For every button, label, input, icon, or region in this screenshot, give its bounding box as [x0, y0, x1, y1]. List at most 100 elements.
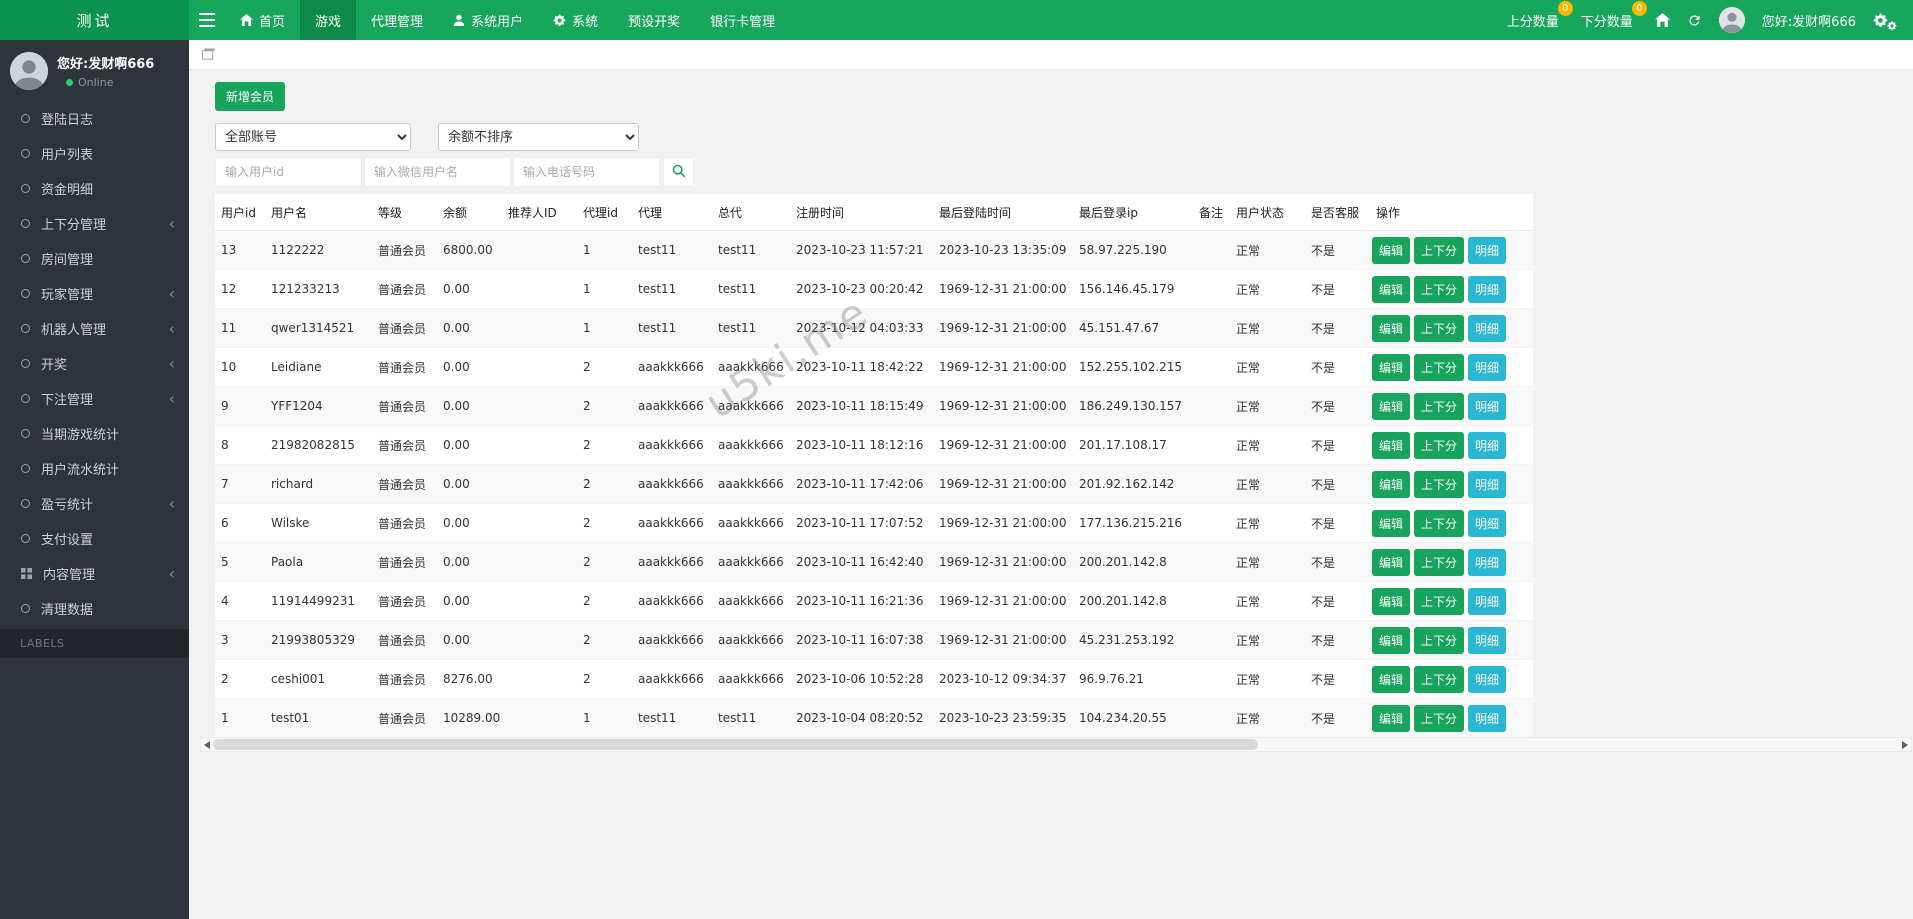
updown-score-button[interactable]: 上下分: [1414, 665, 1465, 693]
table-cell: 7: [221, 477, 229, 491]
sidebar-item-room-management[interactable]: 房间管理: [0, 241, 189, 276]
horizontal-scrollbar[interactable]: [200, 737, 1912, 752]
edit-button[interactable]: 编辑: [1372, 587, 1411, 615]
sidebar-item-robot-management[interactable]: 机器人管理 ‹: [0, 311, 189, 346]
sidebar-item-funds-detail[interactable]: 资金明细: [0, 171, 189, 206]
detail-button[interactable]: 明细: [1468, 314, 1507, 342]
edit-button[interactable]: 编辑: [1372, 548, 1411, 576]
nav-item-agent-management[interactable]: 代理管理: [356, 0, 438, 40]
page-tab-icon[interactable]: [202, 48, 215, 61]
edit-button[interactable]: 编辑: [1372, 314, 1411, 342]
user-list-panel: 新增会员 全部账号 余额不排序 用户id用户: [189, 82, 1913, 738]
nav-item-games[interactable]: 游戏: [300, 0, 357, 40]
search-button[interactable]: [663, 157, 694, 187]
sidebar-item-label: 机器人管理: [41, 323, 107, 338]
updown-score-button[interactable]: 上下分: [1414, 587, 1465, 615]
table-cell: 不是: [1311, 477, 1336, 492]
sidebar-item-updown-score-management[interactable]: 上下分管理 ‹: [0, 206, 189, 241]
sidebar-item-login-logs[interactable]: 登陆日志: [0, 101, 189, 136]
detail-button[interactable]: 明细: [1468, 275, 1507, 303]
edit-button[interactable]: 编辑: [1372, 626, 1411, 654]
table-cell: 0.00: [443, 555, 470, 569]
edit-button[interactable]: 编辑: [1372, 509, 1411, 537]
sidebar-item-payment-settings[interactable]: 支付设置: [0, 521, 189, 556]
scroll-right-arrow-icon[interactable]: [1902, 740, 1908, 749]
edit-button[interactable]: 编辑: [1372, 431, 1411, 459]
add-member-button[interactable]: 新增会员: [215, 82, 286, 111]
detail-button[interactable]: 明细: [1468, 392, 1507, 420]
user-greeting: 您好:发财啊666: [1761, 14, 1856, 30]
hamburger-menu-icon[interactable]: [189, 0, 225, 40]
wechat-name-input[interactable]: [364, 157, 511, 187]
circle-icon: [21, 534, 30, 543]
main-content: 新增会员 全部账号 余额不排序 用户id用户: [189, 40, 1913, 919]
detail-button[interactable]: 明细: [1468, 704, 1507, 732]
sidebar-item-clear-data[interactable]: 清理数据: [0, 591, 189, 626]
nav-item-bank-card-management[interactable]: 银行卡管理: [695, 0, 790, 40]
user-id-input[interactable]: [215, 157, 362, 187]
detail-button[interactable]: 明细: [1468, 548, 1507, 576]
row-actions: 编辑 上下分 明细: [1370, 426, 1533, 465]
edit-button[interactable]: 编辑: [1372, 392, 1411, 420]
updown-score-button[interactable]: 上下分: [1414, 548, 1465, 576]
up-score-link[interactable]: 上分数量 0: [1507, 0, 1573, 30]
sidebar-item-player-management[interactable]: 玩家管理 ‹: [0, 276, 189, 311]
table-cell: 2: [583, 672, 591, 686]
chevron-left-icon: ‹: [168, 353, 175, 373]
nav-item-preset-draw[interactable]: 预设开奖: [613, 0, 695, 40]
detail-button[interactable]: 明细: [1468, 626, 1507, 654]
balance-sort-select[interactable]: 余额不排序: [438, 123, 639, 151]
detail-button[interactable]: 明细: [1468, 353, 1507, 381]
sidebar-item-bet-management[interactable]: 下注管理 ‹: [0, 381, 189, 416]
updown-score-button[interactable]: 上下分: [1414, 431, 1465, 459]
table-cell: 正常: [1236, 282, 1261, 297]
updown-score-button[interactable]: 上下分: [1414, 392, 1465, 420]
updown-score-button[interactable]: 上下分: [1414, 314, 1465, 342]
nav-item-home[interactable]: 首页: [225, 0, 300, 40]
account-filter-select[interactable]: 全部账号: [215, 123, 411, 151]
scrollbar-thumb[interactable]: [213, 739, 1259, 750]
table-cell: aaakkk666: [638, 360, 704, 374]
scroll-left-arrow-icon[interactable]: [204, 740, 210, 749]
edit-button[interactable]: 编辑: [1372, 665, 1411, 693]
scrollbar-track[interactable]: [213, 738, 1899, 751]
detail-button[interactable]: 明细: [1468, 470, 1507, 498]
detail-button[interactable]: 明细: [1468, 665, 1507, 693]
detail-button[interactable]: 明细: [1468, 587, 1507, 615]
nav-item-system-users[interactable]: 系统用户: [438, 0, 538, 40]
updown-score-button[interactable]: 上下分: [1414, 236, 1465, 264]
table-cell: 2: [583, 399, 591, 413]
column-header: 代理id: [577, 194, 632, 231]
edit-button[interactable]: 编辑: [1372, 236, 1411, 264]
table-cell: 正常: [1236, 477, 1261, 492]
nav-item-system[interactable]: 系统: [538, 0, 613, 40]
table-cell: 不是: [1311, 399, 1336, 414]
refresh-icon[interactable]: [1687, 13, 1702, 28]
detail-button[interactable]: 明细: [1468, 236, 1507, 264]
home-icon[interactable]: [1654, 13, 1670, 27]
edit-button[interactable]: 编辑: [1372, 704, 1411, 732]
sidebar-item-lottery-draw[interactable]: 开奖 ‹: [0, 346, 189, 381]
updown-score-button[interactable]: 上下分: [1414, 704, 1465, 732]
updown-score-button[interactable]: 上下分: [1414, 275, 1465, 303]
settings-gears-icon[interactable]: [1873, 11, 1897, 31]
updown-score-button[interactable]: 上下分: [1414, 353, 1465, 381]
edit-button[interactable]: 编辑: [1372, 470, 1411, 498]
row-actions: 编辑 上下分 明细: [1370, 231, 1533, 270]
sidebar-item-current-game-stats[interactable]: 当期游戏统计: [0, 416, 189, 451]
detail-button[interactable]: 明细: [1468, 431, 1507, 459]
table-cell: [1193, 699, 1230, 738]
sidebar-item-user-list[interactable]: 用户列表: [0, 136, 189, 171]
edit-button[interactable]: 编辑: [1372, 275, 1411, 303]
updown-score-button[interactable]: 上下分: [1414, 470, 1465, 498]
updown-score-button[interactable]: 上下分: [1414, 626, 1465, 654]
updown-score-button[interactable]: 上下分: [1414, 509, 1465, 537]
edit-button[interactable]: 编辑: [1372, 353, 1411, 381]
sidebar-item-content-management[interactable]: 内容管理 ‹: [0, 556, 189, 591]
down-score-link[interactable]: 下分数量 0: [1581, 0, 1647, 30]
avatar[interactable]: [1718, 7, 1745, 33]
sidebar-item-profit-loss-stats[interactable]: 盈亏统计 ‹: [0, 486, 189, 521]
phone-number-input[interactable]: [513, 157, 660, 187]
detail-button[interactable]: 明细: [1468, 509, 1507, 537]
sidebar-item-user-turnover-stats[interactable]: 用户流水统计: [0, 451, 189, 486]
